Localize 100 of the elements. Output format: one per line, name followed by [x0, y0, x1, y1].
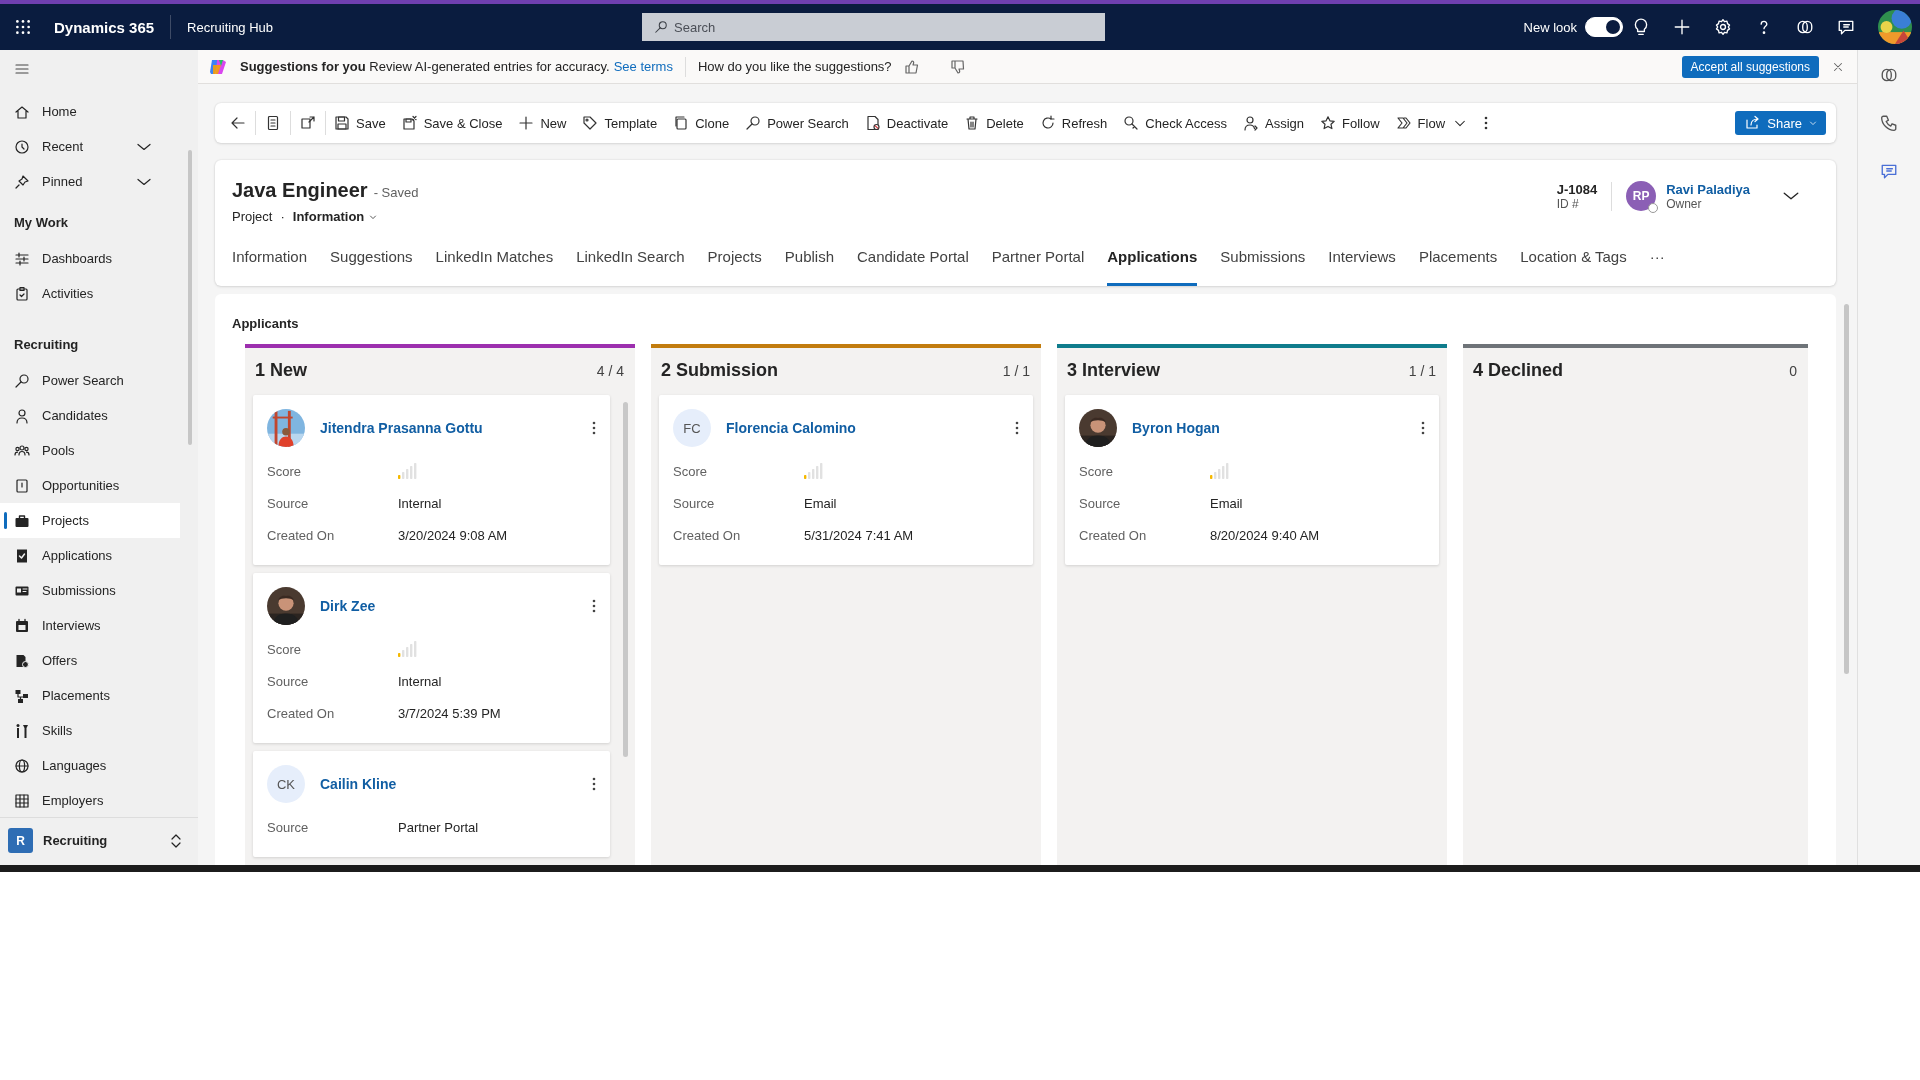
tab[interactable]: Suggestions	[330, 248, 413, 286]
more-icon[interactable]	[592, 599, 596, 613]
nav-heading: My Work	[13, 213, 69, 232]
more-icon[interactable]	[592, 777, 596, 791]
field-label: Source	[267, 673, 310, 689]
documents-icon	[14, 652, 30, 669]
popout-icon	[300, 115, 316, 131]
pin-icon	[14, 173, 30, 190]
tab[interactable]: Partner Portal	[991, 248, 1085, 286]
id-label: ID #	[1556, 196, 1580, 211]
command-button[interactable]: Power Search	[737, 107, 857, 139]
magnifier-key-icon	[1123, 115, 1140, 131]
command-button[interactable]: Delete	[956, 107, 1032, 139]
form-selector[interactable]: Information	[292, 209, 379, 224]
tab[interactable]: Publish	[784, 248, 834, 286]
nav-item[interactable]: Employers	[0, 783, 180, 817]
overlap-icon[interactable]	[1880, 66, 1898, 84]
nav-item[interactable]: Recent	[0, 129, 180, 164]
tag-icon	[582, 115, 599, 131]
document-icon	[265, 115, 281, 131]
more-icon[interactable]	[1015, 421, 1019, 435]
tab[interactable]: Placements	[1418, 248, 1498, 286]
nav-item[interactable]: Placements	[0, 678, 180, 713]
search-icon	[14, 372, 30, 389]
search-icon	[654, 20, 668, 34]
command-button[interactable]: Refresh	[1031, 107, 1116, 139]
more-tabs-button[interactable]: ···	[1649, 248, 1665, 286]
nav-item[interactable]: Projects	[0, 503, 180, 538]
nav-item[interactable]: Candidates	[0, 398, 180, 433]
see-terms-link[interactable]: See terms	[613, 59, 673, 74]
field-label: Created On	[673, 527, 742, 543]
command-button[interactable]: Check Access	[1115, 107, 1235, 139]
nav-item[interactable]: Dashboards	[0, 241, 180, 276]
command-button[interactable]: New	[510, 107, 575, 139]
tab[interactable]: Projects	[707, 248, 762, 286]
clock-icon	[14, 138, 30, 155]
tab[interactable]: Location & Tags	[1520, 248, 1627, 286]
owner-link[interactable]: Ravi Paladiya	[1666, 181, 1750, 197]
applicant-name-link[interactable]: Cailin Kline	[320, 776, 577, 792]
command-button[interactable]: Follow	[1312, 107, 1388, 139]
tab[interactable]: Interviews	[1328, 248, 1396, 286]
nav-item[interactable]: Pools	[0, 433, 180, 468]
star-icon	[1320, 115, 1336, 131]
command-button[interactable]: Deactivate	[856, 107, 957, 139]
applicant-name-link[interactable]: Dirk Zee	[320, 598, 577, 614]
share-button[interactable]: Share	[1735, 111, 1826, 135]
applicant-name-link[interactable]: Jitendra Prasanna Gottu	[320, 420, 577, 436]
more-icon	[1484, 116, 1489, 130]
nav-item[interactable]: Languages	[0, 748, 180, 783]
tab[interactable]: LinkedIn Matches	[435, 248, 554, 286]
back-arrow-icon	[230, 115, 246, 131]
command-button[interactable]: Clone	[665, 107, 738, 139]
toggle-switch[interactable]	[1585, 17, 1623, 37]
area-switcher[interactable]: R Recruiting	[0, 817, 198, 863]
app-launcher-icon[interactable]	[14, 18, 32, 36]
overlap-icon[interactable]	[1796, 18, 1814, 36]
tab[interactable]: Information	[232, 248, 308, 286]
record-title: Java Engineer	[232, 179, 368, 202]
chat-icon[interactable]	[1837, 18, 1855, 36]
command-button[interactable]: Assign	[1235, 107, 1312, 139]
field-label: Created On	[267, 705, 336, 721]
plus-icon[interactable]	[1673, 18, 1691, 36]
lightbulb-icon[interactable]	[1632, 18, 1650, 36]
nav-item[interactable]: Submissions	[0, 573, 180, 608]
nav-item[interactable]: Interviews	[0, 608, 180, 643]
accept-all-button[interactable]: Accept all suggestions	[1681, 55, 1819, 78]
more-icon[interactable]	[592, 421, 596, 435]
flow-icon	[1395, 115, 1412, 131]
search-field[interactable]: Search	[642, 13, 1105, 41]
applicant-name-link[interactable]: Byron Hogan	[1132, 420, 1406, 436]
field-value: Email	[1210, 495, 1243, 511]
field-value: 3/7/2024 5:39 PM	[398, 705, 501, 721]
command-button[interactable]: Save	[326, 107, 394, 139]
building-icon	[14, 792, 30, 809]
phone-icon[interactable]	[1880, 114, 1898, 132]
tab[interactable]: Applications	[1107, 248, 1198, 286]
nav-item[interactable]: Activities	[0, 276, 180, 311]
command-button[interactable]: Flow	[1387, 107, 1454, 139]
document-icon	[14, 477, 30, 494]
thumbs-down-icon[interactable]	[949, 58, 966, 75]
tab[interactable]: Candidate Portal	[857, 248, 969, 286]
tab[interactable]: LinkedIn Search	[576, 248, 685, 286]
plus-icon	[518, 115, 535, 131]
tab[interactable]: Submissions	[1220, 248, 1306, 286]
command-button[interactable]: Save & Close	[393, 107, 511, 139]
thumbs-up-icon[interactable]	[903, 58, 920, 75]
nav-item[interactable]: Applications	[0, 538, 180, 573]
nav-item[interactable]: Power Search	[0, 363, 180, 398]
nav-item[interactable]: Opportunities	[0, 468, 180, 503]
nav-item[interactable]: Pinned	[0, 164, 180, 199]
applicant-name-link[interactable]: Florencia Calomino	[726, 420, 1000, 436]
nav-heading: Recruiting	[13, 335, 80, 354]
nav-item[interactable]: Skills	[0, 713, 180, 748]
nav-item[interactable]: Offers	[0, 643, 180, 678]
command-button[interactable]: Template	[574, 107, 666, 139]
column-title: 2 Submission	[661, 360, 779, 381]
clipboard-icon	[14, 285, 30, 302]
more-icon[interactable]	[1421, 421, 1425, 435]
settings-icon[interactable]	[1714, 18, 1732, 36]
nav-item[interactable]: Home	[0, 94, 180, 129]
